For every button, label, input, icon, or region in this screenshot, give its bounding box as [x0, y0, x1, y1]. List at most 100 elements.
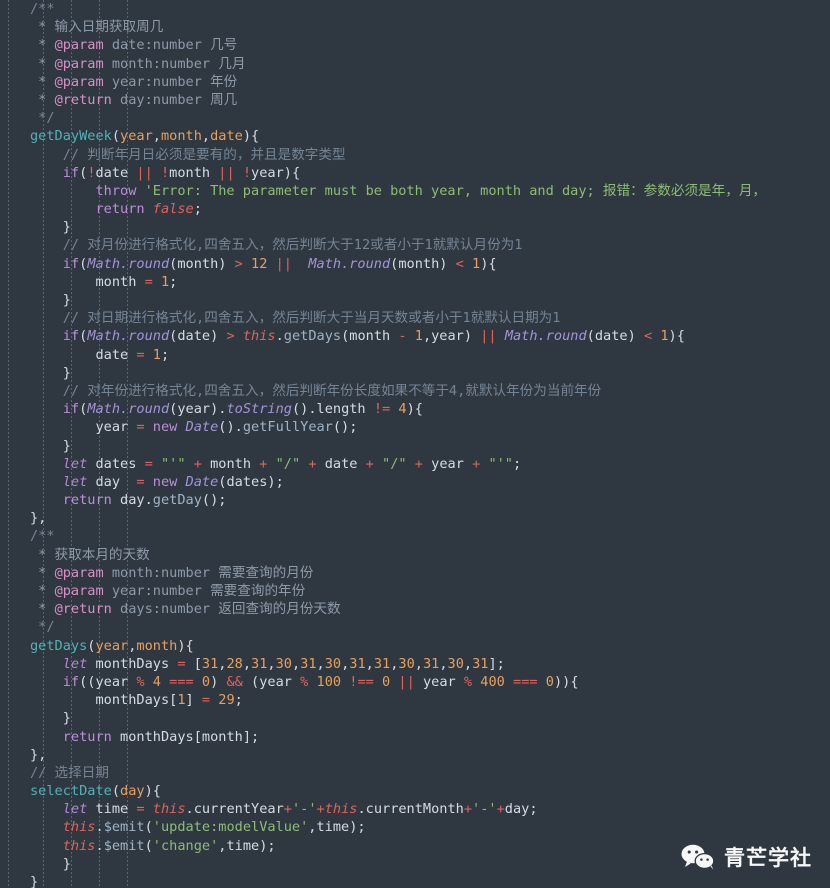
code-line[interactable]: if(!date || !month || !year){	[0, 164, 830, 182]
code-token-cls: toString	[226, 401, 292, 418]
code-token-comment: // 选择日期	[30, 764, 109, 781]
code-token-plain: monthDays	[87, 655, 178, 672]
code-token-plain: year	[259, 673, 301, 690]
code-line[interactable]: let dates = "'" + month + "/" + date + "…	[0, 455, 830, 473]
code-token-method: $emit	[103, 819, 145, 836]
code-line[interactable]: // 选择日期	[0, 764, 830, 782]
code-line[interactable]: if((year % 4 === 0) && (year % 100 !== 0…	[0, 673, 830, 691]
code-line[interactable]: * 获取本月的天数	[0, 546, 830, 564]
code-token-op: +	[463, 801, 473, 818]
code-line[interactable]: // 判断年月日必须是要有的，并且是数字类型	[0, 146, 830, 164]
code-line[interactable]: /**	[0, 527, 830, 545]
code-line[interactable]: // 对年份进行格式化,四舍五入，然后判断年份长度如果不等于4,就默认年份为当前…	[0, 382, 830, 400]
code-token-op: =	[201, 692, 211, 709]
code-token-punc: )	[439, 255, 456, 272]
code-token-punc: ,	[291, 655, 301, 672]
code-token-plain: date	[177, 328, 211, 345]
code-line[interactable]: date = 1;	[0, 346, 830, 364]
code-line[interactable]: year = new Date().getFullYear();	[0, 418, 830, 436]
code-token-punc: ,	[439, 655, 448, 672]
code-line[interactable]: }	[0, 364, 830, 382]
code-token-punc: [	[193, 655, 202, 672]
code-line[interactable]: month = 1;	[0, 273, 830, 291]
code-token-this: this	[324, 801, 358, 818]
code-line[interactable]: }	[0, 709, 830, 727]
code-line[interactable]: monthDays[1] = 29;	[0, 691, 830, 709]
code-token-plain: month	[201, 728, 243, 745]
code-token-punc: ){	[668, 328, 685, 345]
code-editor-pane[interactable]: /** * 输入日期获取周几 * @param date:number 几号 *…	[0, 0, 830, 888]
wechat-bubbles-icon	[681, 844, 715, 870]
code-line[interactable]: throw 'Error: The parameter must be both…	[0, 182, 830, 200]
code-line[interactable]: * @return day:number 周几	[0, 91, 830, 109]
code-line[interactable]: if(Math.round(month) > 12 || Math.round(…	[0, 255, 830, 273]
code-line[interactable]: * @param year:number 需要查询的年份	[0, 582, 830, 600]
code-line[interactable]: return monthDays[month];	[0, 728, 830, 746]
code-line[interactable]: }	[0, 873, 830, 888]
code-token-plain: year	[414, 673, 464, 690]
code-line[interactable]: // 对日期进行格式化,四舍五入，然后判断大于当月天数或者小于1就默认日期为1	[0, 309, 830, 327]
code-line[interactable]: // 对月份进行格式化,四舍五入，然后判断大于12或者小于1就默认月份为1	[0, 236, 830, 254]
code-line[interactable]: },	[0, 509, 830, 527]
code-content[interactable]: /** * 输入日期获取周几 * @param date:number 几号 *…	[0, 0, 830, 888]
code-line[interactable]: */	[0, 618, 830, 636]
code-token-plain: currentYear	[193, 801, 284, 818]
code-token-str: 'update:modelValue'	[152, 819, 309, 836]
code-token-punc: ){	[242, 128, 260, 145]
code-line[interactable]: }	[0, 291, 830, 309]
code-line[interactable]: let monthDays = [31,28,31,30,31,30,31,31…	[0, 655, 830, 673]
code-line[interactable]: let time = this.currentYear+'-'+this.cur…	[0, 800, 830, 818]
code-token-num: 400	[480, 673, 505, 690]
code-line[interactable]: if(Math.round(year).toString().length !=…	[0, 400, 830, 418]
code-line[interactable]: * @param year:number 年份	[0, 73, 830, 91]
code-line[interactable]: },	[0, 746, 830, 764]
code-line[interactable]: return false;	[0, 200, 830, 218]
code-line[interactable]: getDays(year,month){	[0, 637, 830, 655]
code-line[interactable]: selectDate(day){	[0, 782, 830, 800]
code-token-fn: getDayWeek	[30, 128, 112, 145]
code-token-plain: date	[95, 346, 137, 363]
code-token-str: '-'	[472, 801, 497, 818]
code-line[interactable]: * @param date:number 几号	[0, 36, 830, 54]
code-line[interactable]: */	[0, 109, 830, 127]
code-token-punc: )	[463, 328, 481, 345]
code-line[interactable]: * 输入日期获取周几	[0, 18, 830, 36]
code-token-plain: dates	[226, 473, 268, 490]
code-line[interactable]: }	[0, 437, 830, 455]
code-line[interactable]: * @param month:number 需要查询的月份	[0, 564, 830, 582]
code-line[interactable]: * @return days:number 返回查询的月份天数	[0, 600, 830, 618]
code-token-kw: new	[152, 473, 178, 490]
code-token-cls: Math.round	[87, 328, 170, 345]
code-line[interactable]: return day.getDay();	[0, 491, 830, 509]
code-line[interactable]: /**	[0, 0, 830, 18]
code-token-plain: month	[177, 255, 219, 272]
code-line[interactable]: }	[0, 218, 830, 236]
code-token-num: 100	[316, 673, 342, 690]
code-token-this: this	[62, 837, 96, 854]
code-token-num: 1	[660, 328, 669, 345]
code-token-tag: @return	[54, 601, 112, 618]
code-line[interactable]: * @param month:number 几月	[0, 55, 830, 73]
code-token-num: 0	[382, 673, 391, 690]
code-line[interactable]: getDayWeek(year,month,date){	[0, 127, 830, 145]
code-line[interactable]: this.$emit('update:modelValue',time);	[0, 818, 830, 836]
code-token-brace: },	[30, 746, 47, 763]
code-token-punc: (	[144, 819, 153, 836]
code-line[interactable]: let day = new Date(dates);	[0, 473, 830, 491]
code-token-jsdoc: *	[30, 91, 55, 108]
code-line[interactable]: if(Math.round(date) > this.getDays(month…	[0, 327, 830, 345]
